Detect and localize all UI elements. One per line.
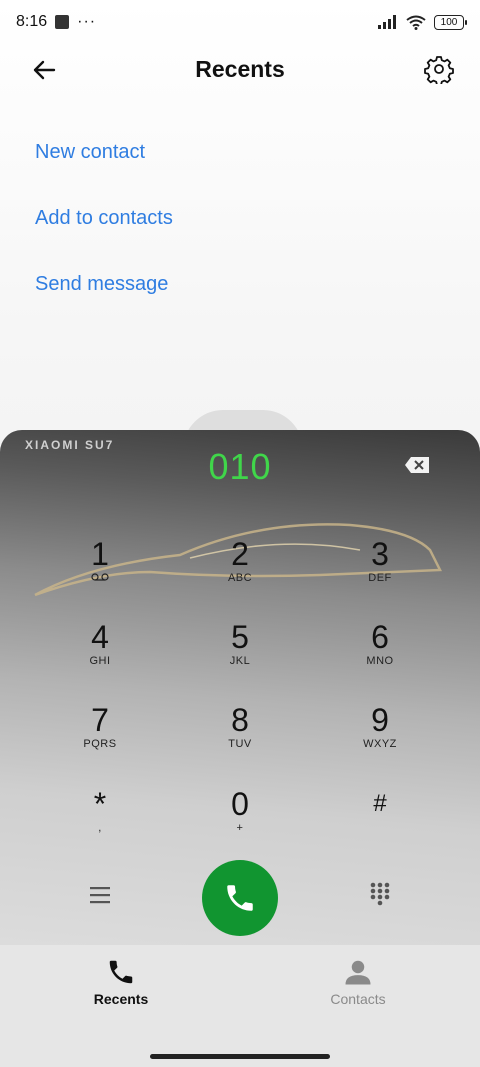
home-indicator[interactable] xyxy=(150,1054,330,1059)
nav-label-recents: Recents xyxy=(93,991,149,1007)
key-digit: 2 xyxy=(231,536,249,572)
key-9[interactable]: 9 WXYZ xyxy=(325,702,435,772)
key-digit: * xyxy=(93,786,107,822)
status-bar: 8:16 ··· 100 xyxy=(0,0,480,44)
more-notifications-indicator: ··· xyxy=(77,13,97,30)
key-digit: 7 xyxy=(91,702,109,738)
key-hash[interactable]: # xyxy=(325,786,435,856)
gear-icon[interactable] xyxy=(424,54,454,84)
key-digit: 1 xyxy=(91,536,109,572)
key-2[interactable]: 2 ABC xyxy=(185,536,295,606)
key-letters: GHI xyxy=(89,655,111,667)
key-digit: 9 xyxy=(371,702,389,738)
phone-icon xyxy=(109,960,133,984)
bottom-navigation: Recents Contacts xyxy=(0,945,480,1067)
key-letters: JKL xyxy=(229,655,251,667)
page-title: Recents xyxy=(195,56,285,82)
key-digit: 0 xyxy=(231,786,249,822)
key-7[interactable]: 7 PQRS xyxy=(45,702,155,772)
key-8[interactable]: 8 TUV xyxy=(185,702,295,772)
key-letters: DEF xyxy=(368,572,392,584)
person-icon xyxy=(345,960,371,985)
notification-icon xyxy=(55,15,70,29)
key-letters: WXYZ xyxy=(363,738,397,750)
key-0[interactable]: 0 + xyxy=(185,786,295,856)
key-digit: 8 xyxy=(231,702,249,738)
add-to-contacts-link[interactable]: Add to contacts xyxy=(35,207,173,230)
status-time: 8:16 xyxy=(16,13,48,30)
new-contact-link[interactable]: New contact xyxy=(35,141,145,164)
key-letters: TUV xyxy=(228,738,252,750)
signal-icon xyxy=(378,15,396,29)
voicemail-icon xyxy=(91,573,109,581)
key-letters: , xyxy=(98,822,102,834)
nav-tab-contacts[interactable]: Contacts xyxy=(288,957,428,1007)
key-digit: 3 xyxy=(371,536,389,572)
battery-icon: 100 xyxy=(434,14,467,30)
battery-level: 100 xyxy=(440,16,458,28)
backspace-icon[interactable] xyxy=(404,456,430,474)
menu-icon[interactable] xyxy=(88,885,112,905)
key-digit: 6 xyxy=(371,619,389,655)
nav-label-contacts: Contacts xyxy=(330,991,386,1007)
key-1[interactable]: 1 xyxy=(45,536,155,606)
key-digit: 4 xyxy=(91,619,109,655)
key-digit: # xyxy=(373,790,387,817)
key-letters: ABC xyxy=(227,572,253,584)
wifi-icon xyxy=(406,15,426,30)
key-digit: 5 xyxy=(231,619,249,655)
dialpad: XIAOMI SU7 010 1 2 ABC 3 DEF 4 GHI 5 JKL… xyxy=(0,430,480,945)
key-letters: + xyxy=(236,822,244,834)
back-arrow-icon[interactable] xyxy=(28,54,60,86)
key-6[interactable]: 6 MNO xyxy=(325,619,435,689)
key-3[interactable]: 3 DEF xyxy=(325,536,435,606)
key-4[interactable]: 4 GHI xyxy=(45,619,155,689)
keypad-icon[interactable] xyxy=(369,881,391,907)
send-message-link[interactable]: Send message xyxy=(35,273,168,296)
key-letters: PQRS xyxy=(83,738,117,750)
call-button[interactable] xyxy=(202,860,278,936)
app-header: Recents xyxy=(0,44,480,96)
key-5[interactable]: 5 JKL xyxy=(185,619,295,689)
nav-tab-recents[interactable]: Recents xyxy=(51,957,191,1007)
key-letters: MNO xyxy=(366,655,394,667)
key-star[interactable]: * , xyxy=(45,786,155,856)
phone-icon xyxy=(227,885,253,911)
